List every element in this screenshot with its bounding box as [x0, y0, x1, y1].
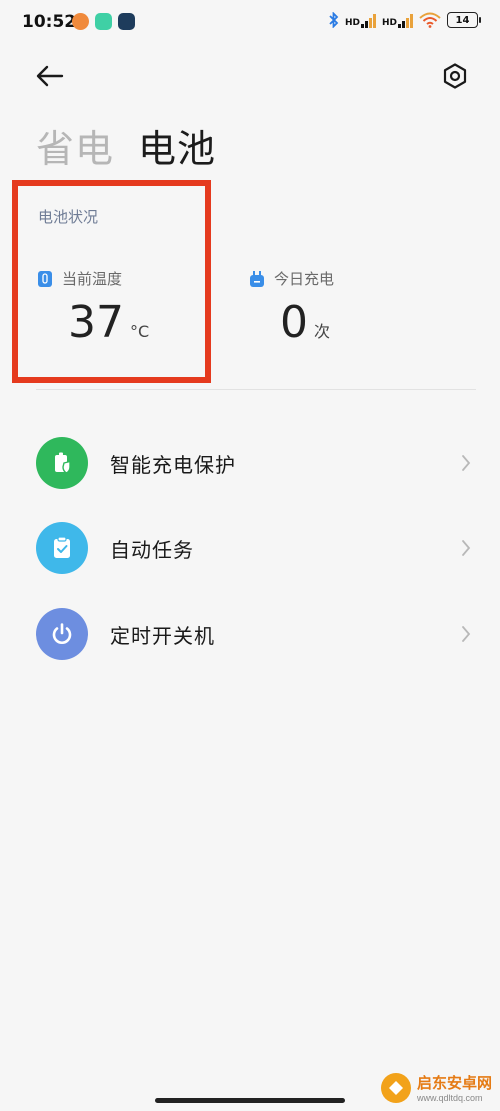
temperature-unit: °C: [130, 322, 150, 341]
tab-battery[interactable]: 电池: [138, 118, 216, 173]
wechat-icon: [95, 13, 112, 30]
menu-item-scheduled-power[interactable]: 定时开关机: [36, 604, 476, 664]
section-title-battery-status: 电池状况: [38, 208, 99, 226]
battery-shield-icon: [36, 437, 88, 489]
menu-item-auto-tasks[interactable]: 自动任务: [36, 518, 476, 578]
menu-label-smart-charging: 智能充电保护: [110, 452, 236, 477]
menu-label-scheduled-power: 定时开关机: [110, 623, 215, 648]
signal-2: HD: [382, 13, 413, 28]
temperature-value: 37: [68, 297, 124, 348]
signal-bars-icon: [398, 13, 413, 28]
home-indicator[interactable]: [155, 1098, 345, 1103]
status-time: 10:52: [22, 12, 77, 32]
thermometer-icon: [38, 270, 52, 287]
watermark-url: www.qdltdq.com: [416, 1093, 483, 1103]
watermark-logo-icon: [380, 1072, 411, 1103]
signal-1: HD: [345, 13, 376, 28]
gear-icon: [443, 63, 467, 89]
settings-button[interactable]: [437, 58, 473, 94]
watermark: 启东安卓网 www.qdltdq.com: [380, 1072, 492, 1103]
plug-icon: [250, 270, 264, 287]
charges-today-unit: 次: [314, 322, 331, 341]
status-bar: 10:52 HD HD 14: [0, 0, 500, 46]
menu-item-smart-charging[interactable]: 智能充电保护: [36, 433, 476, 493]
wifi-icon: [419, 12, 441, 28]
signal-bars-icon: [360, 13, 376, 28]
chevron-right-icon: [456, 538, 476, 558]
back-arrow-icon: [36, 65, 64, 87]
charges-today-value: 0: [280, 297, 308, 348]
charges-today-stat: 今日充电 0 次: [250, 268, 334, 348]
charges-today-label: 今日充电: [274, 270, 335, 288]
temperature-label: 当前温度: [62, 270, 123, 288]
tab-bar: 省电 电池: [36, 118, 216, 173]
app-icon: [118, 13, 135, 30]
clipboard-check-icon: [36, 522, 88, 574]
power-icon: [36, 608, 88, 660]
divider: [36, 389, 476, 390]
battery-icon: 14: [447, 12, 481, 28]
chevron-right-icon: [456, 624, 476, 644]
back-button[interactable]: [32, 58, 68, 94]
chevron-right-icon: [456, 453, 476, 473]
tab-power-saving[interactable]: 省电: [36, 118, 114, 173]
menu-label-auto-tasks: 自动任务: [110, 537, 194, 562]
temperature-stat: 当前温度 37 °C: [38, 268, 149, 348]
watermark-title: 启东安卓网: [416, 1074, 492, 1092]
bluetooth-icon: [329, 12, 339, 28]
alarm-icon: [72, 13, 89, 30]
